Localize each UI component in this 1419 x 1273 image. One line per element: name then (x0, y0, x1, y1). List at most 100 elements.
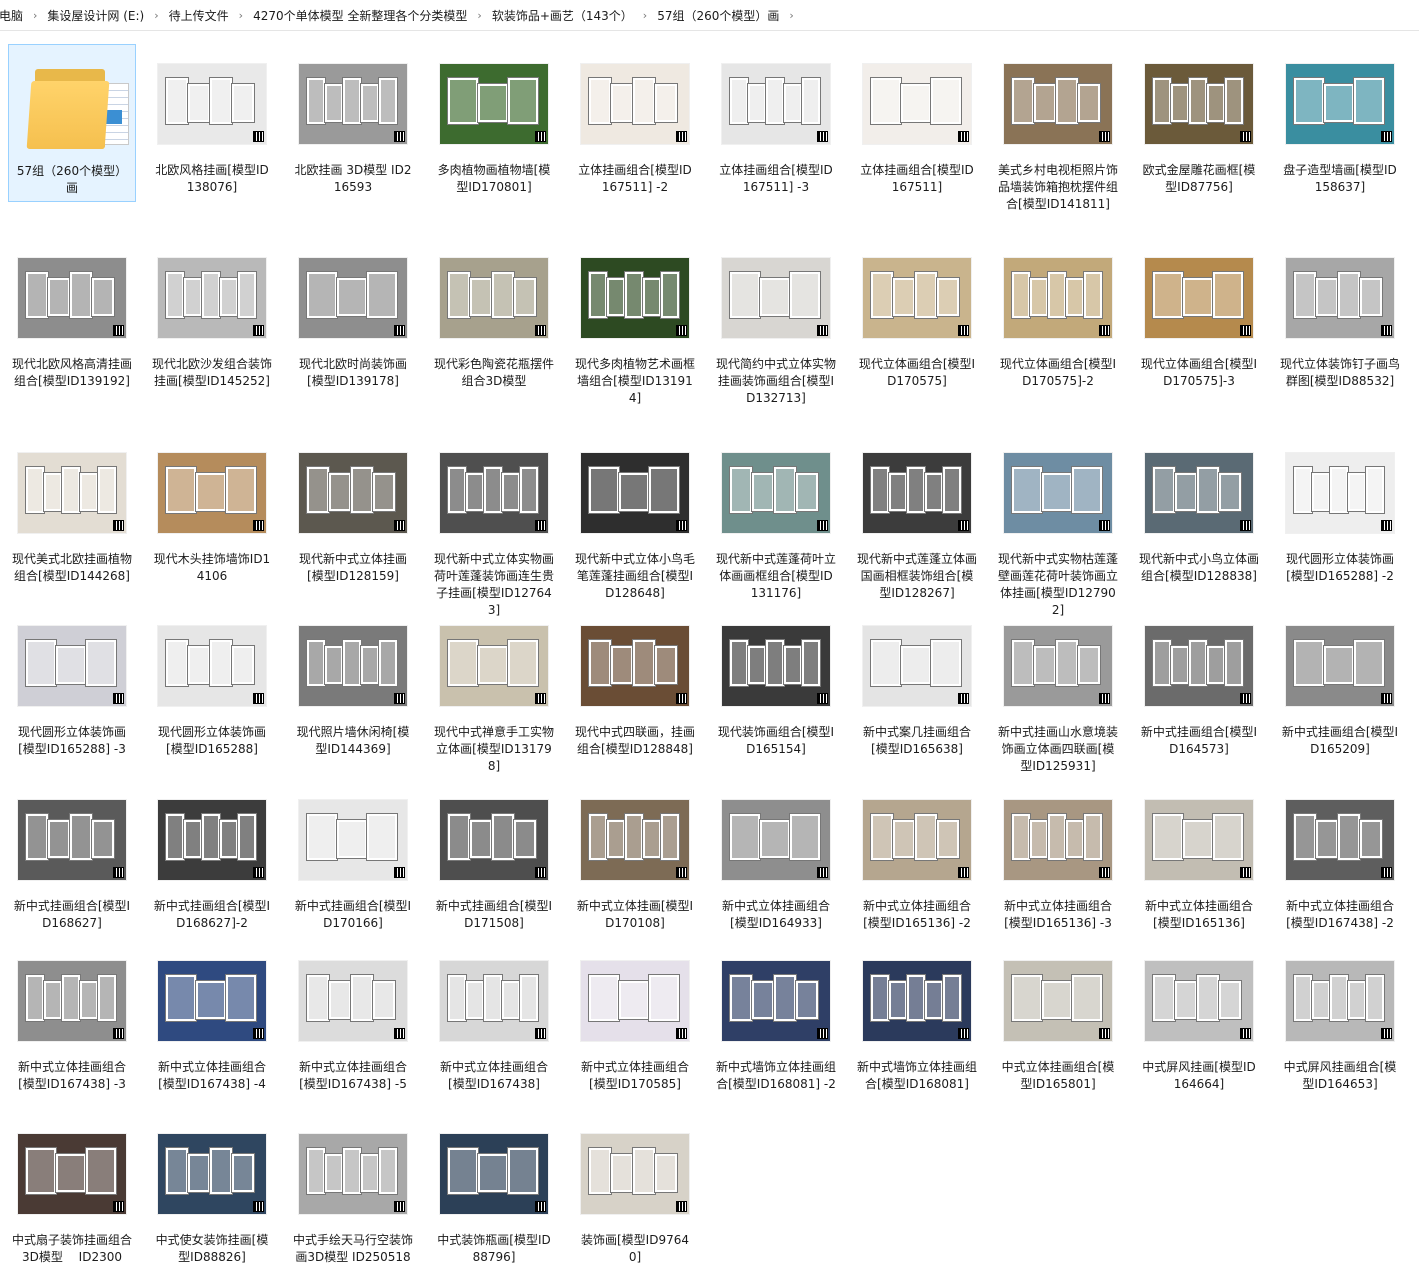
breadcrumb-item[interactable]: 57组（260个模型）画 (651, 7, 785, 24)
file-item[interactable]: 新中式墙饰立体挂画组合[模型ID168081] -2 (712, 941, 840, 1097)
file-item[interactable]: 现代北欧沙发组合装饰挂画[模型ID145252] (148, 238, 276, 394)
file-item[interactable]: 现代新中式立体挂画[模型ID128159] (289, 433, 417, 589)
file-item[interactable]: 现代新中式立体小鸟毛笔莲蓬挂画组合[模型ID128648] (571, 433, 699, 606)
file-item[interactable]: 立体挂画组合[模型ID167511] -2 (571, 44, 699, 200)
file-item[interactable]: 中式装饰瓶画[模型ID88796] (430, 1114, 558, 1270)
file-item[interactable]: 新中式挂画山水意境装饰画立体画四联画[模型ID125931] (994, 606, 1122, 779)
file-item[interactable]: 现代新中式实物枯莲蓬壁画莲花荷叶装饰画立体挂画[模型ID127902] (994, 433, 1122, 623)
breadcrumb-item[interactable]: 集设屋设计网 (E:) (41, 7, 150, 24)
file-item[interactable]: 新中式立体挂画组合[模型ID167438] (430, 941, 558, 1097)
file-item[interactable]: 新中式立体挂画组合[模型ID167438] -4 (148, 941, 276, 1097)
file-item[interactable]: 新中式挂画组合[模型ID171508] (430, 780, 558, 936)
file-item[interactable]: 现代新中式莲蓬荷叶立体画画框组合[模型ID131176] (712, 433, 840, 606)
image-thumbnail (1002, 945, 1114, 1057)
folder-item[interactable]: 57组（260个模型）画 (8, 44, 136, 202)
file-name: 现代新中式莲蓬立体画国画相框装饰组合[模型ID128267] (857, 552, 978, 600)
file-item[interactable]: 现代中式四联画，挂画组合[模型ID128848] (571, 606, 699, 762)
file-item[interactable]: 现代美式北欧挂画植物组合[模型ID144268] (8, 433, 136, 589)
chevron-right-icon[interactable]: › (29, 9, 41, 22)
file-item[interactable]: 新中式立体挂画组合[模型ID167438] -3 (8, 941, 136, 1097)
file-name: 现代美式北欧挂画植物组合[模型ID144268] (12, 552, 133, 583)
file-name: 现代新中式立体小鸟毛笔莲蓬挂画组合[模型ID128648] (575, 552, 696, 600)
file-item[interactable]: 新中式挂画组合[模型ID170166] (289, 780, 417, 936)
file-item[interactable]: 装饰画[模型ID97640] (571, 1114, 699, 1270)
file-item[interactable]: 现代圆形立体装饰画[模型ID165288] (148, 606, 276, 762)
file-name: 立体挂画组合[模型ID167511] (860, 163, 974, 194)
file-item[interactable]: 多肉植物画植物墙[模型ID170801] (430, 44, 558, 200)
file-item[interactable]: 现代彩色陶瓷花瓶摆件组合3D模型 (430, 238, 558, 394)
file-item[interactable]: 新中式立体挂画组合[模型ID165136] (1135, 780, 1263, 936)
file-item[interactable]: 立体挂画组合[模型ID167511] (853, 44, 981, 200)
file-item[interactable]: 盘子造型墙画[模型ID158637] (1276, 44, 1404, 200)
image-thumbnail (1143, 945, 1255, 1057)
file-item[interactable]: 新中式立体挂画组合[模型ID170585] (571, 941, 699, 1097)
file-item[interactable]: 中式使女装饰挂画[模型ID88826] (148, 1114, 276, 1270)
file-item[interactable]: 北欧风格挂画[模型ID138076] (148, 44, 276, 200)
file-item[interactable]: 现代北欧风格高清挂画组合[模型ID139192] (8, 238, 136, 394)
file-item[interactable]: 新中式挂画组合[模型ID164573] (1135, 606, 1263, 762)
breadcrumb-item[interactable]: 软装饰品+画艺（143个） (486, 7, 639, 24)
file-name: 新中式立体挂画组合[模型ID170585] (580, 1060, 689, 1091)
file-item[interactable]: 中式屏风挂画[模型ID164664] (1135, 941, 1263, 1097)
file-item[interactable]: 新中式挂画组合[模型ID165209] (1276, 606, 1404, 762)
file-item[interactable]: 新中式立体挂画组合[模型ID164933] (712, 780, 840, 936)
file-name: 新中式案几挂画组合[模型ID165638] (862, 725, 971, 756)
breadcrumb-item[interactable]: 4270个单体模型 全新整理各个分类模型 (247, 7, 473, 24)
image-thumbnail (1002, 242, 1114, 354)
file-item[interactable]: 中式立体挂画组合[模型ID165801] (994, 941, 1122, 1097)
file-item[interactable]: 新中式立体挂画组合[模型ID165136] -3 (994, 780, 1122, 936)
file-item[interactable]: 中式屏风挂画组合[模型ID164653] (1276, 941, 1404, 1097)
image-thumbnail (720, 242, 832, 354)
file-item[interactable]: 现代中式禅意手工实物立体画[模型ID131798] (430, 606, 558, 779)
image-thumbnail (438, 48, 550, 160)
image-thumbnail (297, 437, 409, 549)
file-item[interactable]: 新中式挂画组合[模型ID168627]-2 (148, 780, 276, 936)
breadcrumb-item[interactable]: 电脑 (0, 7, 29, 24)
file-item[interactable]: 美式乡村电视柜照片饰品墙装饰箱抱枕摆件组合[模型ID141811] (994, 44, 1122, 217)
chevron-right-icon[interactable]: › (150, 9, 162, 22)
chevron-right-icon[interactable]: › (235, 9, 247, 22)
file-item[interactable]: 现代新中式小鸟立体画组合[模型ID128838] (1135, 433, 1263, 589)
file-item[interactable]: 中式扇子装饰挂画组合3D模型 ID2300 (8, 1114, 136, 1270)
file-item[interactable]: 新中式立体挂画[模型ID170108] (571, 780, 699, 936)
file-name: 多肉植物画植物墙[模型ID170801] (437, 163, 551, 194)
file-item[interactable]: 现代简约中式立体实物挂画装饰画组合[模型ID132713] (712, 238, 840, 411)
file-item[interactable]: 现代圆形立体装饰画[模型ID165288] -3 (8, 606, 136, 762)
file-item[interactable]: 北欧挂画 3D模型 ID216593 (289, 44, 417, 200)
file-name: 新中式墙饰立体挂画组合[模型ID168081] (857, 1060, 978, 1091)
file-item[interactable]: 现代立体装饰钉子画鸟群图[模型ID88532] (1276, 238, 1404, 394)
file-item[interactable]: 现代照片墙休闲椅[模型ID144369] (289, 606, 417, 762)
file-item[interactable]: 新中式立体挂画组合[模型ID167438] -5 (289, 941, 417, 1097)
file-item[interactable]: 现代多肉植物艺术画框墙组合[模型ID131914] (571, 238, 699, 411)
image-thumbnail (16, 437, 128, 549)
file-item[interactable]: 现代木头挂饰墙饰ID14106 (148, 433, 276, 589)
breadcrumb-item[interactable]: 待上传文件 (163, 7, 235, 24)
file-item[interactable]: 现代新中式莲蓬立体画国画相框装饰组合[模型ID128267] (853, 433, 981, 606)
file-item[interactable]: 中式手绘天马行空装饰画3D模型 ID250518 (289, 1114, 417, 1270)
chevron-right-icon[interactable]: › (785, 9, 797, 22)
file-name: 装饰画[模型ID97640] (580, 1233, 689, 1264)
file-item[interactable]: 现代立体画组合[模型ID170575]-2 (994, 238, 1122, 394)
file-item[interactable]: 新中式立体挂画组合[模型ID165136] -2 (853, 780, 981, 936)
file-item[interactable]: 现代立体画组合[模型ID170575]-3 (1135, 238, 1263, 394)
file-item[interactable]: 新中式立体挂画组合[模型ID167438] -2 (1276, 780, 1404, 936)
image-thumbnail (579, 48, 691, 160)
file-item[interactable]: 现代北欧时尚装饰画[模型ID139178] (289, 238, 417, 394)
image-thumbnail (438, 242, 550, 354)
file-grid: 57组（260个模型）画 北欧风格挂画[模型ID138076] 北欧挂画 3D模型 … (0, 44, 1419, 1273)
file-item[interactable]: 新中式挂画组合[模型ID168627] (8, 780, 136, 936)
file-item[interactable]: 现代新中式立体实物画荷叶莲蓬装饰画连生贵子挂画[模型ID127643] (430, 433, 558, 623)
file-item[interactable]: 欧式金屋雕花画框[模型ID87756] (1135, 44, 1263, 200)
file-item[interactable]: 新中式墙饰立体挂画组合[模型ID168081] (853, 941, 981, 1097)
file-name: 现代彩色陶瓷花瓶摆件组合3D模型 (434, 357, 555, 388)
file-item[interactable]: 现代立体画组合[模型ID170575] (853, 238, 981, 394)
file-item[interactable]: 立体挂画组合[模型ID167511] -3 (712, 44, 840, 200)
file-name: 现代圆形立体装饰画[模型ID165288] -3 (17, 725, 126, 756)
file-name: 中式使女装饰挂画[模型ID88826] (155, 1233, 269, 1264)
file-item[interactable]: 现代圆形立体装饰画[模型ID165288] -2 (1276, 433, 1404, 589)
chevron-right-icon[interactable]: › (473, 9, 485, 22)
image-thumbnail (297, 48, 409, 160)
file-item[interactable]: 现代装饰画组合[模型ID165154] (712, 606, 840, 762)
chevron-right-icon[interactable]: › (639, 9, 651, 22)
file-item[interactable]: 新中式案几挂画组合[模型ID165638] (853, 606, 981, 762)
